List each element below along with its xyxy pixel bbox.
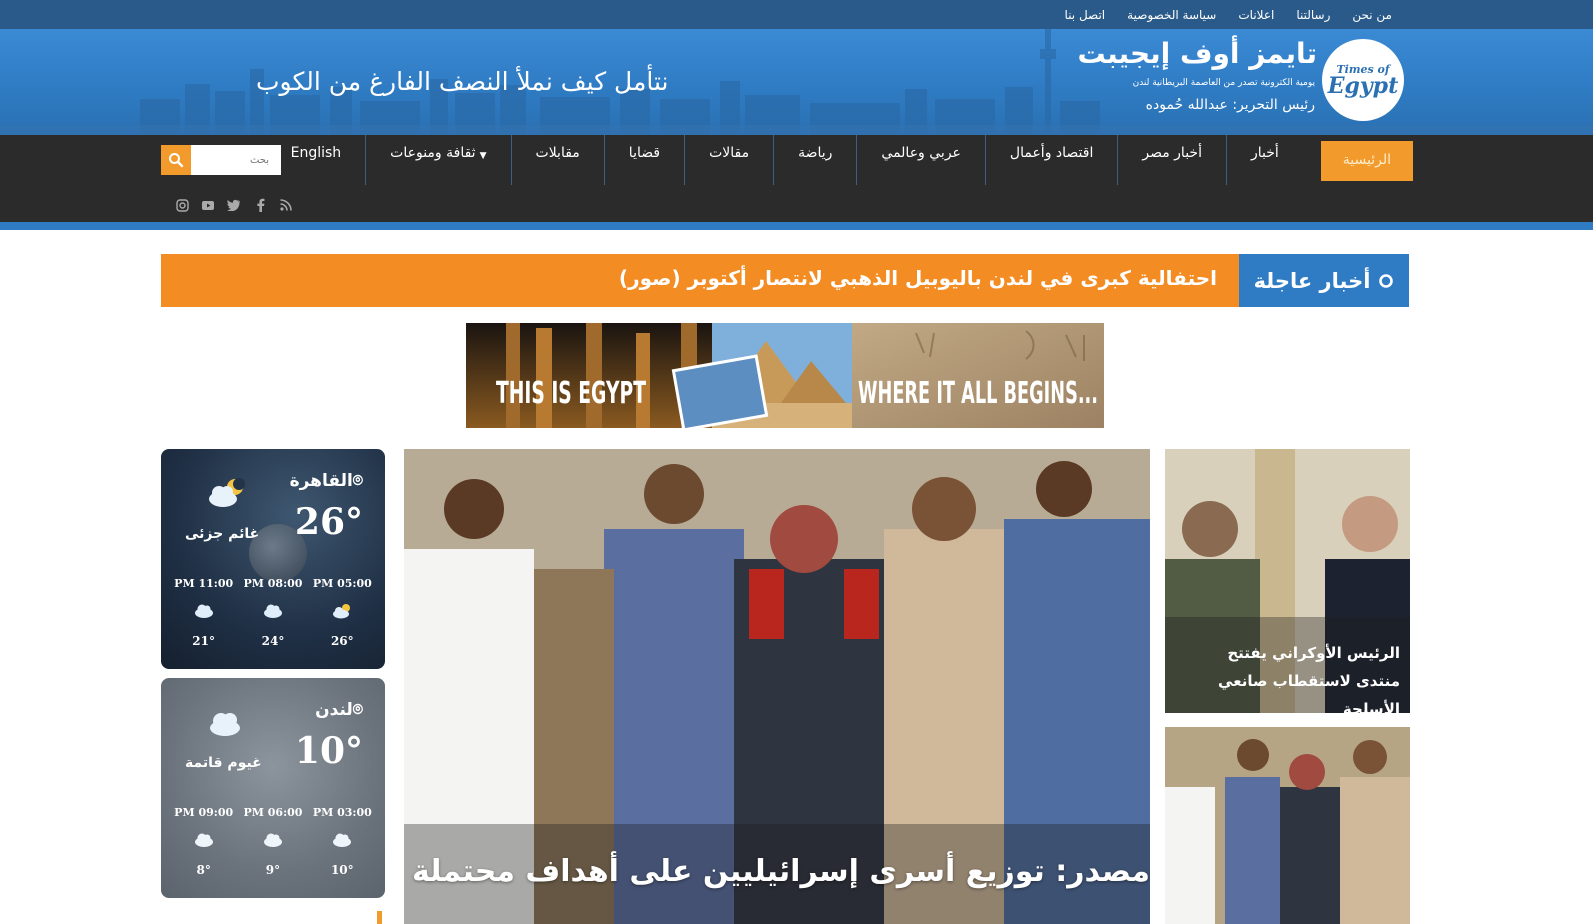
instagram-icon[interactable] bbox=[174, 197, 190, 213]
nav-item-culture-label: ثقافة ومنوعات bbox=[390, 145, 476, 161]
top-link-mission[interactable]: رسالتنا bbox=[1285, 8, 1341, 22]
nav-items: الرئيسية أخبار أخبار مصر اقتصاد وأعمال ع… bbox=[285, 135, 1413, 185]
site-logo[interactable]: Times of Egypt bbox=[1322, 39, 1404, 121]
cloud-icon bbox=[193, 602, 215, 624]
top-link-ads[interactable]: اعلانات bbox=[1227, 8, 1285, 22]
side-story[interactable] bbox=[1165, 727, 1410, 924]
nav-item-economy[interactable]: اقتصاد وأعمال bbox=[984, 135, 1117, 185]
brand-name[interactable]: تايمز أوف إيجيبت bbox=[1077, 37, 1317, 70]
nav-item-articles[interactable]: مقالات bbox=[684, 135, 773, 185]
forecast-hour: PM 09:00 8° bbox=[171, 806, 237, 877]
cloud-icon bbox=[210, 713, 240, 736]
weather-city-name: القاهرة bbox=[289, 471, 353, 491]
forecast-time: PM 08:00 bbox=[243, 577, 303, 590]
brand-editor: رئيس التحرير: عبدالله حُموده bbox=[1145, 97, 1315, 113]
forecast-time: PM 09:00 bbox=[174, 806, 234, 819]
header-slogan: نتأمل كيف نملأ النصف الفارغ من الكوب bbox=[256, 67, 669, 96]
youtube-icon[interactable] bbox=[200, 197, 216, 213]
cloud-icon bbox=[331, 831, 353, 853]
tourism-banner-ad[interactable]: THIS IS EGYPT WHERE IT ALL BEGINS... bbox=[466, 323, 1104, 428]
nav-item-english[interactable]: English bbox=[267, 135, 366, 185]
forecast-temp: 8° bbox=[196, 863, 211, 877]
nav-item-home[interactable]: الرئيسية bbox=[1320, 141, 1413, 181]
nav-item-issues[interactable]: قضايا bbox=[603, 135, 684, 185]
nav-divider bbox=[0, 222, 1593, 230]
search-box bbox=[161, 145, 281, 175]
main-story-title[interactable]: مصدر: توزيع أسرى إسرائيليين على أهداف مح… bbox=[412, 854, 1150, 889]
forecast-hour: PM 03:00 10° bbox=[309, 806, 375, 877]
site-header: نتأمل كيف نملأ النصف الفارغ من الكوب تاي… bbox=[0, 29, 1593, 135]
banner-left-text: THIS IS EGYPT bbox=[496, 376, 646, 411]
main-nav: الرئيسية أخبار أخبار مصر اقتصاد وأعمال ع… bbox=[0, 135, 1593, 222]
circle-icon bbox=[1379, 273, 1394, 288]
brand-tagline: يومية الكترونية تصدر من العاصمة البريطان… bbox=[1132, 78, 1315, 88]
section-marker bbox=[377, 911, 382, 924]
breaking-news-label: أخبار عاجلة bbox=[1239, 254, 1409, 307]
side-story-photo bbox=[1165, 727, 1410, 924]
forecast-time: PM 05:00 bbox=[312, 577, 372, 590]
top-bar: من نحن رسالتنا اعلانات سياسة الخصوصية ات… bbox=[0, 0, 1593, 29]
nav-item-egypt-news[interactable]: أخبار مصر bbox=[1117, 135, 1226, 185]
chevron-down-icon: ▼ bbox=[479, 151, 487, 161]
forecast-hour: PM 11:00 21° bbox=[171, 577, 237, 648]
nav-item-news[interactable]: أخبار bbox=[1225, 135, 1303, 185]
weather-city: ⌾لندن bbox=[315, 700, 363, 720]
hourly-forecast: PM 11:00 21° PM 08:00 24° PM 05:00 26° bbox=[161, 577, 385, 648]
facebook-icon[interactable] bbox=[252, 197, 268, 213]
location-pin-icon: ⌾ bbox=[352, 700, 363, 720]
side-story-title[interactable]: الرئيس الأوكراني يفتتح منتدى لاستقطاب صا… bbox=[1180, 639, 1400, 713]
forecast-temp: 26° bbox=[330, 634, 354, 648]
forecast-time: PM 06:00 bbox=[243, 806, 303, 819]
forecast-time: PM 03:00 bbox=[312, 806, 372, 819]
breaking-news-bar: أخبار عاجلة احتفالية كبرى في لندن باليوب… bbox=[161, 254, 1409, 307]
weather-widget-london: ⌾لندن 10° غيوم قاتمة PM 09:00 8° PM 06:0… bbox=[161, 678, 385, 898]
top-link-about[interactable]: من نحن bbox=[1341, 8, 1403, 22]
twitter-icon[interactable] bbox=[226, 197, 242, 213]
forecast-temp: 9° bbox=[265, 863, 281, 877]
weather-city-name: لندن bbox=[315, 700, 353, 720]
breaking-news-label-text: أخبار عاجلة bbox=[1253, 268, 1371, 293]
weather-description: غائم جزئى bbox=[185, 526, 260, 542]
search-button[interactable] bbox=[161, 145, 191, 175]
nav-item-sports[interactable]: رياضة bbox=[773, 135, 856, 185]
forecast-temp: 21° bbox=[192, 634, 215, 648]
forecast-hour: PM 06:00 9° bbox=[240, 806, 306, 877]
rss-icon[interactable] bbox=[278, 197, 294, 213]
side-story[interactable]: الرئيس الأوكراني يفتتح منتدى لاستقطاب صا… bbox=[1165, 449, 1410, 713]
partly-cloudy-icon bbox=[331, 602, 353, 624]
top-link-privacy[interactable]: سياسة الخصوصية bbox=[1116, 8, 1227, 22]
forecast-temp: 24° bbox=[261, 634, 285, 648]
forecast-hour: PM 05:00 26° bbox=[309, 577, 375, 648]
weather-widget-cairo: ⌾القاهرة 26° غائم جزئى PM 11:00 21° PM 0… bbox=[161, 449, 385, 669]
social-links bbox=[174, 197, 294, 213]
banner-image: THIS IS EGYPT WHERE IT ALL BEGINS... bbox=[466, 323, 1104, 428]
weather-city: ⌾القاهرة bbox=[290, 471, 363, 491]
main-story[interactable]: مصدر: توزيع أسرى إسرائيليين على أهداف مح… bbox=[404, 449, 1150, 924]
weather-description: غيوم قاتمة bbox=[185, 755, 262, 771]
nav-item-interviews[interactable]: مقابلات bbox=[510, 135, 604, 185]
breaking-news-headline[interactable]: احتفالية كبرى في لندن باليوبيل الذهبي لا… bbox=[619, 266, 1217, 290]
weather-temperature: 26° bbox=[294, 501, 363, 543]
hourly-forecast: PM 09:00 8° PM 06:00 9° PM 03:00 10° bbox=[161, 806, 385, 877]
nav-item-culture[interactable]: ثقافة ومنوعات ▼ bbox=[365, 135, 510, 185]
top-links: من نحن رسالتنا اعلانات سياسة الخصوصية ات… bbox=[1054, 0, 1403, 29]
top-link-contact[interactable]: اتصل بنا bbox=[1054, 8, 1117, 22]
cloud-icon bbox=[262, 831, 284, 853]
forecast-temp: 10° bbox=[330, 863, 354, 877]
logo-text-big: Egypt bbox=[1327, 72, 1399, 99]
banner-right-text: WHERE IT ALL BEGINS... bbox=[858, 376, 1098, 411]
search-input[interactable] bbox=[193, 145, 279, 175]
nav-item-world[interactable]: عربي وعالمي bbox=[856, 135, 985, 185]
forecast-hour: PM 08:00 24° bbox=[240, 577, 306, 648]
cloud-icon bbox=[193, 831, 215, 853]
cloud-icon bbox=[262, 602, 284, 624]
search-icon bbox=[169, 153, 184, 168]
partly-cloudy-night-icon bbox=[209, 478, 245, 507]
location-pin-icon: ⌾ bbox=[352, 471, 363, 491]
forecast-time: PM 11:00 bbox=[174, 577, 234, 590]
weather-temperature: 10° bbox=[294, 730, 363, 772]
